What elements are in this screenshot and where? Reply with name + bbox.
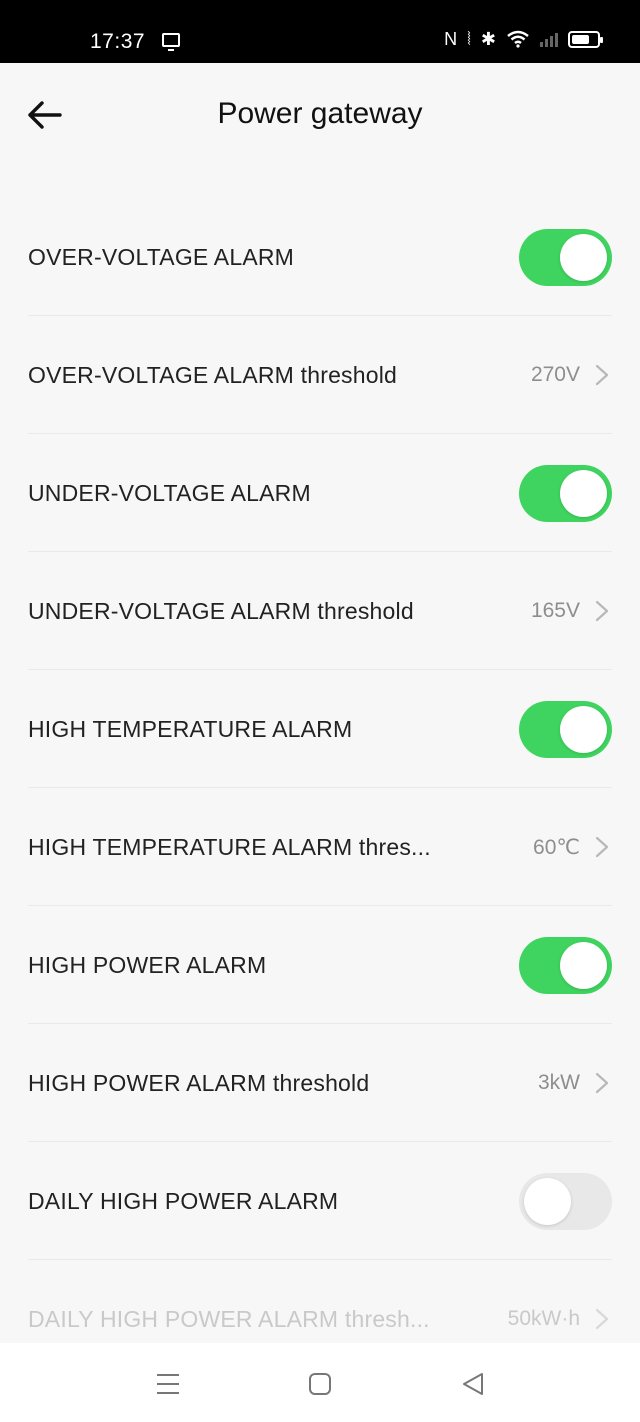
menu-button[interactable] <box>153 1369 183 1399</box>
over-voltage-threshold-value: 270V <box>530 363 580 386</box>
status-time: 17:37 <box>90 30 146 53</box>
high-power-alarm-row: HIGH POWER ALARM <box>0 906 640 1024</box>
back-triangle-icon <box>463 1373 483 1395</box>
daily-high-power-threshold-value: 50kW·h <box>507 1307 580 1330</box>
page-title: Power gateway <box>217 97 423 130</box>
menu-icon <box>157 1374 179 1394</box>
over-voltage-threshold-label: OVER-VOLTAGE ALARM threshold <box>28 361 398 388</box>
screen-cast-icon <box>162 33 180 51</box>
high-power-alarm-label: HIGH POWER ALARM <box>28 951 267 978</box>
settings-list: OVER-VOLTAGE ALARM OVER-VOLTAGE ALARM th… <box>0 198 640 1378</box>
back-nav-button[interactable] <box>458 1369 488 1399</box>
status-icons: N ⦚ ✱ <box>444 29 603 49</box>
battery-icon <box>568 30 603 48</box>
home-button[interactable] <box>305 1369 335 1399</box>
vibrate-icon: ⦚ <box>467 29 471 49</box>
chevron-right-icon <box>595 836 609 858</box>
over-voltage-alarm-toggle[interactable] <box>519 228 612 286</box>
high-power-threshold-value: 3kW <box>538 1071 580 1094</box>
high-temperature-threshold-value: 60℃ <box>533 835 580 859</box>
bluetooth-icon: ✱ <box>480 29 496 49</box>
high-power-threshold-label: HIGH POWER ALARM threshold <box>28 1069 370 1096</box>
under-voltage-alarm-toggle[interactable] <box>519 464 612 522</box>
high-temperature-alarm-label: HIGH TEMPERATURE ALARM <box>28 715 353 742</box>
app-header: Power gateway <box>0 63 640 168</box>
daily-high-power-alarm-label: DAILY HIGH POWER ALARM <box>28 1187 339 1214</box>
nfc-icon: N <box>444 29 458 49</box>
high-temperature-alarm-toggle[interactable] <box>519 700 612 758</box>
chevron-right-icon <box>595 1072 609 1094</box>
under-voltage-threshold-row[interactable]: UNDER-VOLTAGE ALARM threshold 165V <box>0 552 640 670</box>
signal-icon <box>540 31 558 47</box>
status-bar: 17:37 N ⦚ ✱ <box>0 0 640 63</box>
system-nav-bar <box>0 1343 640 1422</box>
chevron-right-icon <box>595 1308 609 1330</box>
under-voltage-threshold-label: UNDER-VOLTAGE ALARM threshold <box>28 597 414 624</box>
under-voltage-alarm-row: UNDER-VOLTAGE ALARM <box>0 434 640 552</box>
high-power-threshold-row[interactable]: HIGH POWER ALARM threshold 3kW <box>0 1024 640 1142</box>
over-voltage-alarm-row: OVER-VOLTAGE ALARM <box>0 198 640 316</box>
high-power-alarm-toggle[interactable] <box>519 936 612 994</box>
under-voltage-threshold-value: 165V <box>530 599 580 622</box>
under-voltage-alarm-label: UNDER-VOLTAGE ALARM <box>28 479 311 506</box>
high-temperature-threshold-row[interactable]: HIGH TEMPERATURE ALARM thres... 60℃ <box>0 788 640 906</box>
chevron-right-icon <box>595 600 609 622</box>
over-voltage-threshold-row[interactable]: OVER-VOLTAGE ALARM threshold 270V <box>0 316 640 434</box>
wifi-icon <box>507 30 529 48</box>
high-temperature-threshold-label: HIGH TEMPERATURE ALARM thres... <box>28 833 431 860</box>
home-icon <box>309 1373 331 1395</box>
daily-high-power-alarm-toggle[interactable] <box>519 1172 612 1230</box>
high-temperature-alarm-row: HIGH TEMPERATURE ALARM <box>0 670 640 788</box>
chevron-right-icon <box>595 364 609 386</box>
daily-high-power-alarm-row: DAILY HIGH POWER ALARM <box>0 1142 640 1260</box>
daily-high-power-threshold-label: DAILY HIGH POWER ALARM thresh... <box>28 1305 430 1332</box>
over-voltage-alarm-label: OVER-VOLTAGE ALARM <box>28 243 295 270</box>
